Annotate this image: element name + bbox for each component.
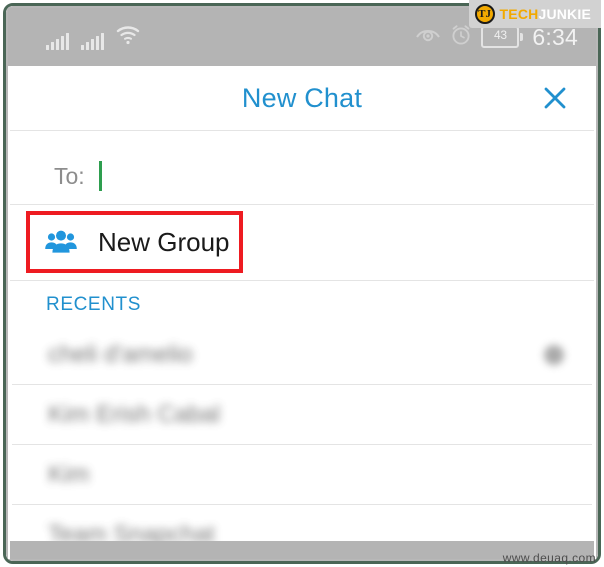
to-field-divider: [10, 204, 594, 205]
group-people-icon: [45, 230, 77, 253]
techjunkie-logo-text: TECHJUNKIE: [500, 6, 591, 22]
logo-text-junkie: JUNKIE: [538, 6, 591, 22]
battery-icon: 43: [481, 26, 524, 48]
to-field-row[interactable]: To:: [10, 148, 594, 204]
site-watermark: www.deuaq.com: [502, 551, 596, 565]
new-group-button[interactable]: New Group: [26, 211, 243, 273]
contact-name: Kim: [48, 461, 90, 488]
battery-level-text: 43: [481, 26, 520, 48]
wifi-icon: [116, 25, 140, 50]
list-divider: [12, 384, 592, 385]
signal-bars-icon-2: [81, 32, 104, 50]
close-button[interactable]: [540, 83, 570, 113]
eye-icon: [415, 25, 441, 50]
contact-status-badge: [544, 345, 564, 365]
battery-cap: [520, 33, 524, 41]
list-item[interactable]: cheli d'amelio: [10, 326, 594, 384]
alarm-clock-icon: [450, 24, 472, 51]
recents-contact-list: cheli d'amelio Kim Erish Cabal Kim Team …: [10, 326, 594, 548]
text-cursor: [98, 161, 102, 191]
app-header: New Chat: [10, 66, 594, 130]
header-divider: [10, 130, 594, 131]
new-group-label: New Group: [98, 226, 230, 257]
list-divider: [12, 504, 592, 505]
screenshot-root: 43 6:34 New Chat To: New Group RECENTS c…: [0, 0, 604, 567]
signal-bars-icon-1: [46, 32, 69, 50]
techjunkie-logo-mark: TJ: [474, 4, 495, 24]
list-divider: [12, 444, 592, 445]
list-item[interactable]: Kim: [10, 446, 594, 504]
contact-name: Kim Erish Cabal: [48, 401, 221, 428]
recents-section-label: RECENTS: [46, 294, 141, 315]
status-bar-left: [46, 24, 140, 50]
new-group-divider: [10, 280, 594, 281]
page-title: New Chat: [241, 82, 363, 113]
to-label: To:: [54, 162, 85, 189]
list-item[interactable]: Kim Erish Cabal: [10, 386, 594, 444]
inner-frame: 43 6:34 New Chat To: New Group RECENTS c…: [6, 6, 598, 561]
techjunkie-logo: TJ TECHJUNKIE: [468, 0, 601, 28]
close-x-icon: [544, 87, 566, 109]
logo-text-tech: TECH: [499, 6, 539, 22]
device-frame: 43 6:34 New Chat To: New Group RECENTS c…: [3, 3, 601, 564]
contact-name: cheli d'amelio: [48, 341, 193, 368]
